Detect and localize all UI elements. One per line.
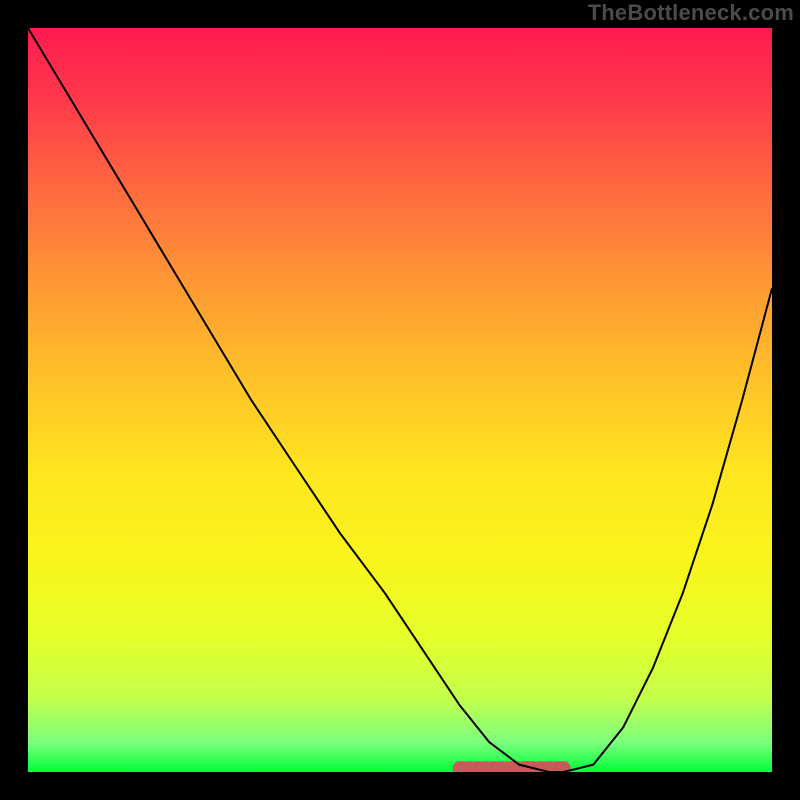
watermark-text: TheBottleneck.com xyxy=(588,0,794,26)
plot-area xyxy=(28,28,772,772)
curve-layer xyxy=(28,28,772,772)
chart-frame: TheBottleneck.com xyxy=(0,0,800,800)
bottleneck-curve xyxy=(28,28,772,772)
